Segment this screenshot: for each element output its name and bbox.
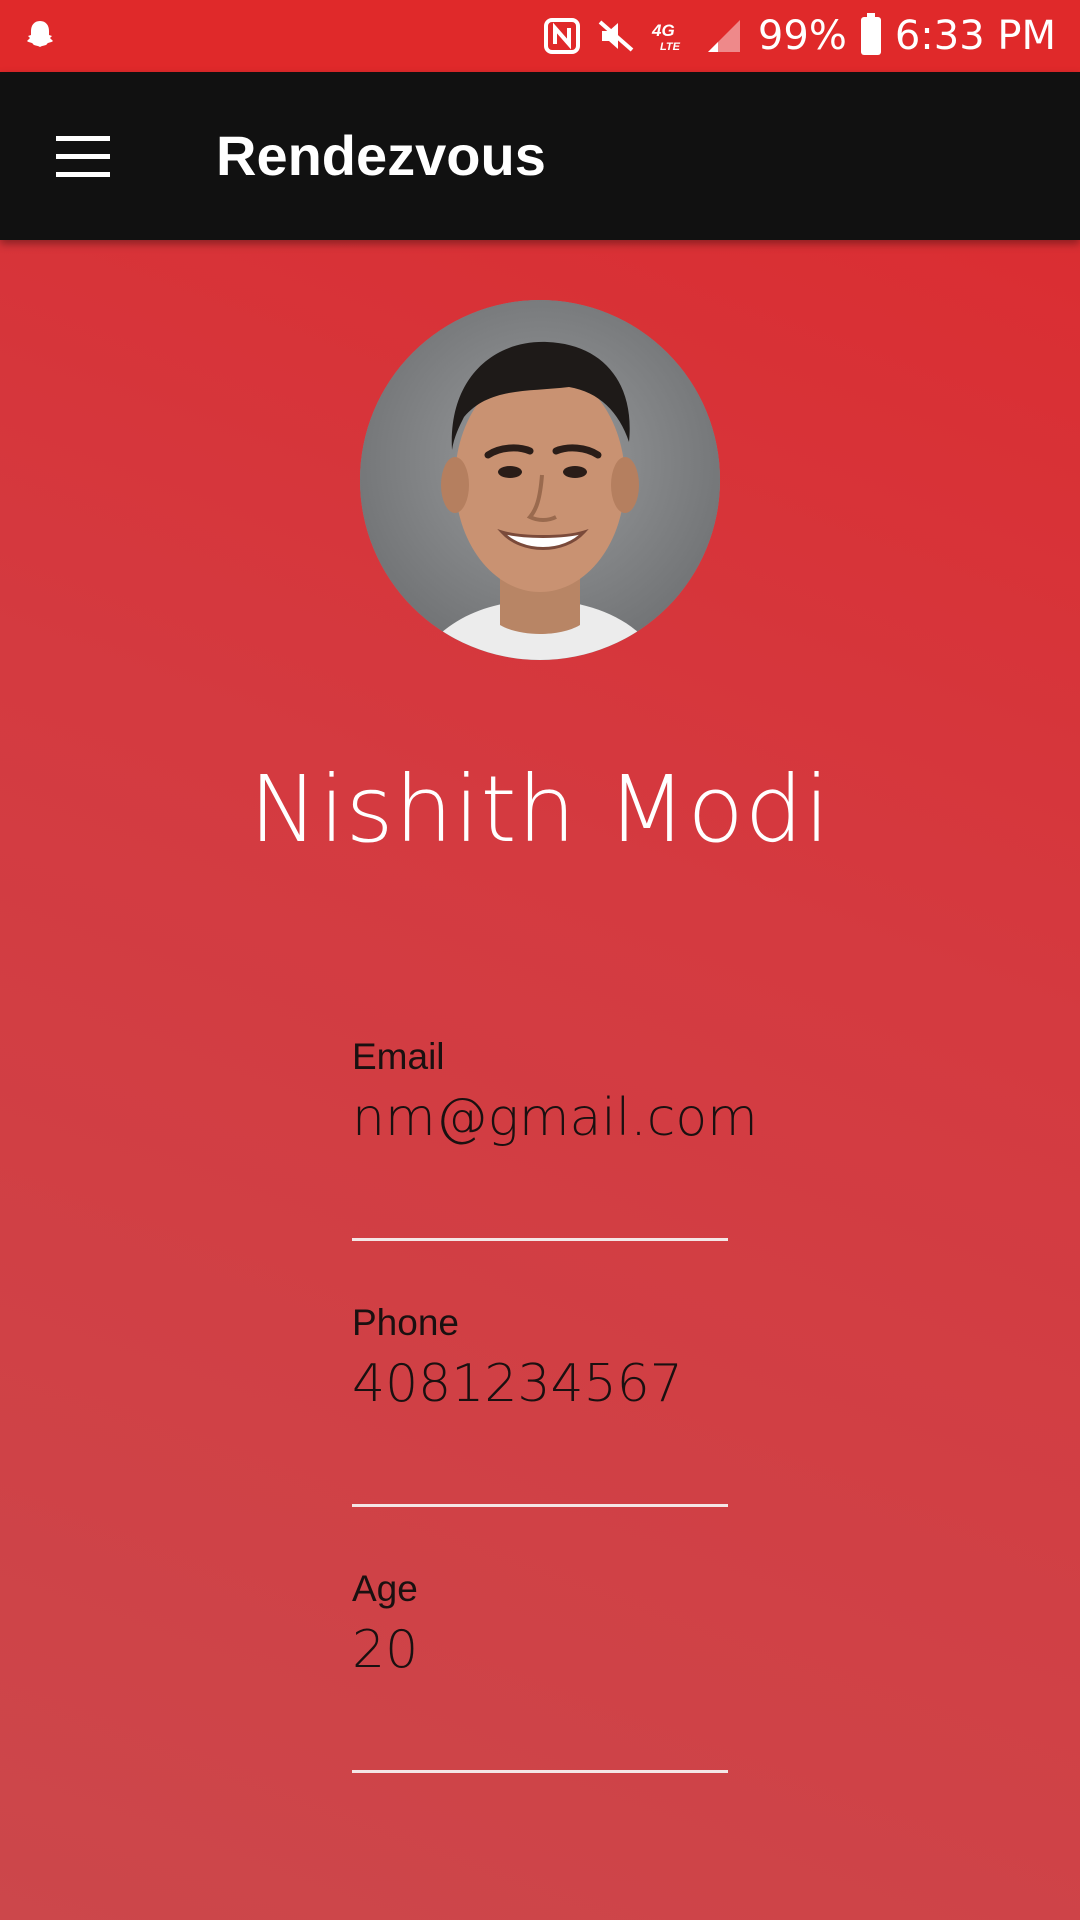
age-label: Age (352, 1568, 418, 1609)
avatar (360, 300, 720, 660)
signal-icon (707, 20, 740, 52)
age-field[interactable]: Age 20 (352, 1568, 728, 1780)
svg-text:LTE: LTE (660, 41, 681, 53)
age-underline (352, 1770, 728, 1773)
svg-text:4G: 4G (651, 21, 675, 40)
battery-icon (860, 13, 881, 55)
phone-underline (352, 1504, 728, 1507)
email-underline (352, 1238, 728, 1241)
mute-icon (598, 20, 634, 52)
phone-field[interactable]: Phone 4081234567 (352, 1302, 728, 1514)
email-label: Email (352, 1036, 445, 1077)
snapchat-ghost-icon (27, 21, 53, 47)
phone-label: Phone (352, 1302, 459, 1343)
email-value[interactable]: nm@gmail.com (352, 1088, 758, 1148)
age-value[interactable]: 20 (352, 1620, 418, 1680)
battery-percent: 99% (757, 13, 847, 59)
email-field[interactable]: Email nm@gmail.com (352, 1036, 758, 1248)
clock: 6:33 PM (894, 13, 1056, 59)
profile-photo (360, 300, 720, 660)
phone-value[interactable]: 4081234567 (352, 1354, 683, 1414)
hamburger-menu-icon[interactable] (40, 118, 126, 194)
profile-screen: 4G LTE 99% 6:33 PM Rendezvous Nishith Mo… (0, 0, 1080, 1920)
profile-name: Nishith Modi (249, 756, 831, 863)
status-bar: 4G LTE 99% 6:33 PM (0, 0, 1080, 72)
app-bar: Rendezvous (0, 72, 1080, 240)
app-title: Rendezvous (216, 124, 546, 187)
status-icons: 4G LTE 99% 6:33 PM (542, 0, 1056, 72)
nfc-icon (543, 18, 580, 54)
network-4g-lte-icon: 4G LTE (651, 21, 681, 53)
